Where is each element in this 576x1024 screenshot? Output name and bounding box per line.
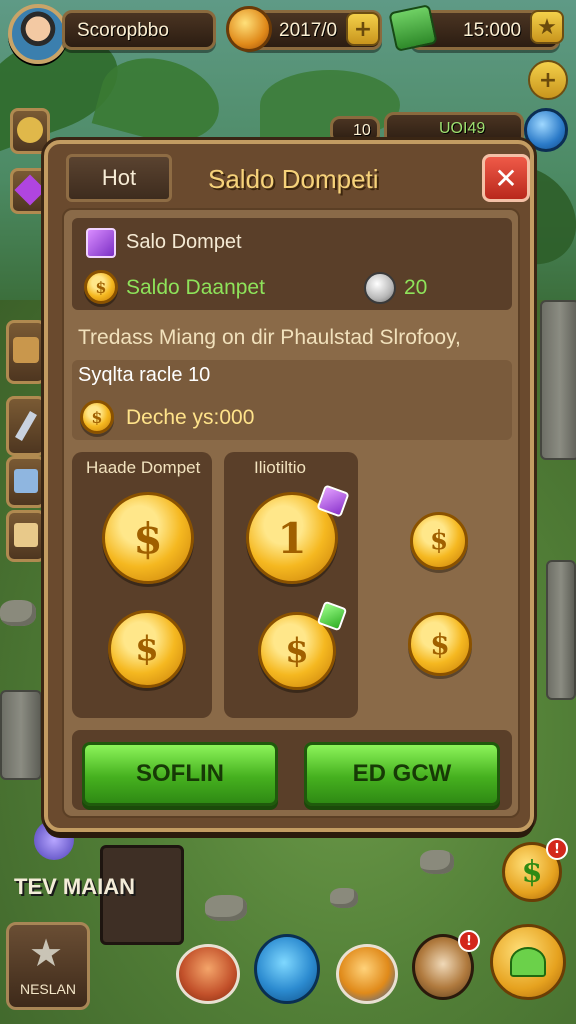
bottom-left-button-label: NESLAN (19, 981, 77, 997)
fox-pet-icon[interactable] (176, 944, 240, 1004)
coin-icon: $ (108, 610, 186, 688)
wallet-panel: Hot Saldo Dompeti ✕ Salo Dompet $ Saldo … (44, 140, 534, 832)
card-label: Iliotiltio (254, 458, 306, 477)
add-currency-1-button[interactable]: + (346, 12, 380, 46)
plus-icon: + (538, 67, 558, 93)
notification-badge: ! (458, 930, 480, 952)
notification-badge: ! (546, 838, 568, 860)
heart-icon (510, 947, 546, 977)
stone-pillar (546, 560, 576, 700)
helmet-icon (17, 117, 43, 143)
side-button-map[interactable] (6, 456, 46, 508)
sub-title: Syqlta racle 10 (78, 364, 211, 386)
chest-icon (13, 337, 39, 363)
button-bar: SOFLIN ED GCW (72, 730, 512, 810)
reward-card[interactable]: $ $ (364, 452, 514, 718)
large-coin-icon: $ (102, 492, 194, 584)
right-counter-value: UOI49 (439, 120, 486, 137)
right-action-button[interactable]: ED GCW (304, 742, 500, 806)
balance-info: Salo Dompet $ Saldo Daanpet 20 (72, 218, 512, 310)
sub-coin-text: Deche ys:000 (126, 406, 255, 429)
tab-hot[interactable]: Hot (66, 154, 172, 202)
add-button[interactable]: + (528, 60, 568, 100)
side-button-helmet[interactable] (10, 108, 50, 154)
stone-pillar (540, 300, 576, 460)
player-avatar[interactable] (8, 4, 68, 64)
plus-icon: + (353, 16, 373, 42)
description-text: Tredass Miang on dir Phaulstad Slrofooy, (78, 326, 461, 349)
small-counter-value: 10 (353, 122, 371, 139)
currency-1-value: 2017/0 (279, 20, 338, 41)
shop-button[interactable] (490, 924, 566, 1000)
panel-body: Salo Dompet $ Saldo Daanpet 20 Tredass M… (62, 208, 520, 818)
gem-icon (14, 174, 46, 206)
compass-icon[interactable] (336, 944, 398, 1004)
coin-icon: $ (84, 270, 118, 304)
coin-icon: $ (80, 400, 114, 434)
reward-card[interactable]: Iliotiltio 1 $ (224, 452, 358, 718)
coin-label: Saldo Daanpet (126, 276, 265, 299)
reward-card[interactable]: Haade Dompet $ $ (72, 452, 212, 718)
star-icon: ★ (29, 931, 64, 975)
gem-label: Salo Dompet (126, 231, 242, 253)
rock (420, 850, 454, 874)
map-icon (14, 469, 38, 493)
rock (330, 888, 358, 908)
description: Tredass Miang on dir Phaulstad Slrofooy, (72, 322, 512, 356)
coin-icon: $ (408, 612, 472, 676)
cash-icon (388, 4, 438, 52)
side-button-sword[interactable] (6, 396, 46, 456)
side-button-chest[interactable] (6, 320, 46, 384)
coin-value: 20 (404, 276, 428, 299)
bottom-left-button[interactable]: ★ NESLAN (6, 922, 90, 1010)
player-name: Scoropbbo (77, 20, 169, 41)
scroll-icon (14, 523, 38, 547)
add-currency-2-button[interactable]: ★ (530, 10, 564, 44)
side-button-scroll[interactable] (6, 510, 46, 562)
sub-info: Syqlta racle 10 $ Deche ys:000 (72, 360, 512, 440)
star-icon: ★ (537, 14, 557, 40)
left-action-button[interactable]: SOFLIN (82, 742, 278, 806)
blue-creature-icon[interactable] (254, 934, 320, 1004)
rock (0, 600, 36, 626)
close-icon: ✕ (494, 161, 518, 195)
close-button[interactable]: ✕ (482, 154, 530, 202)
purple-gem-icon (86, 228, 116, 258)
panel-header: Hot Saldo Dompeti ✕ (58, 152, 530, 212)
area-label: TEV MAIAN (14, 874, 135, 899)
currency-2-value: 15:000 (463, 20, 522, 41)
player-name-bar: Scoropbbo (62, 10, 216, 50)
card-label: Haade Dompet (86, 458, 201, 477)
coin-icon: $ (410, 512, 468, 570)
rock (205, 895, 247, 921)
sword-icon (15, 411, 37, 441)
meat-icon (226, 6, 272, 52)
silver-badge-icon (364, 272, 396, 304)
stone-block (0, 690, 42, 780)
panel-title: Saldo Dompeti (208, 164, 379, 194)
